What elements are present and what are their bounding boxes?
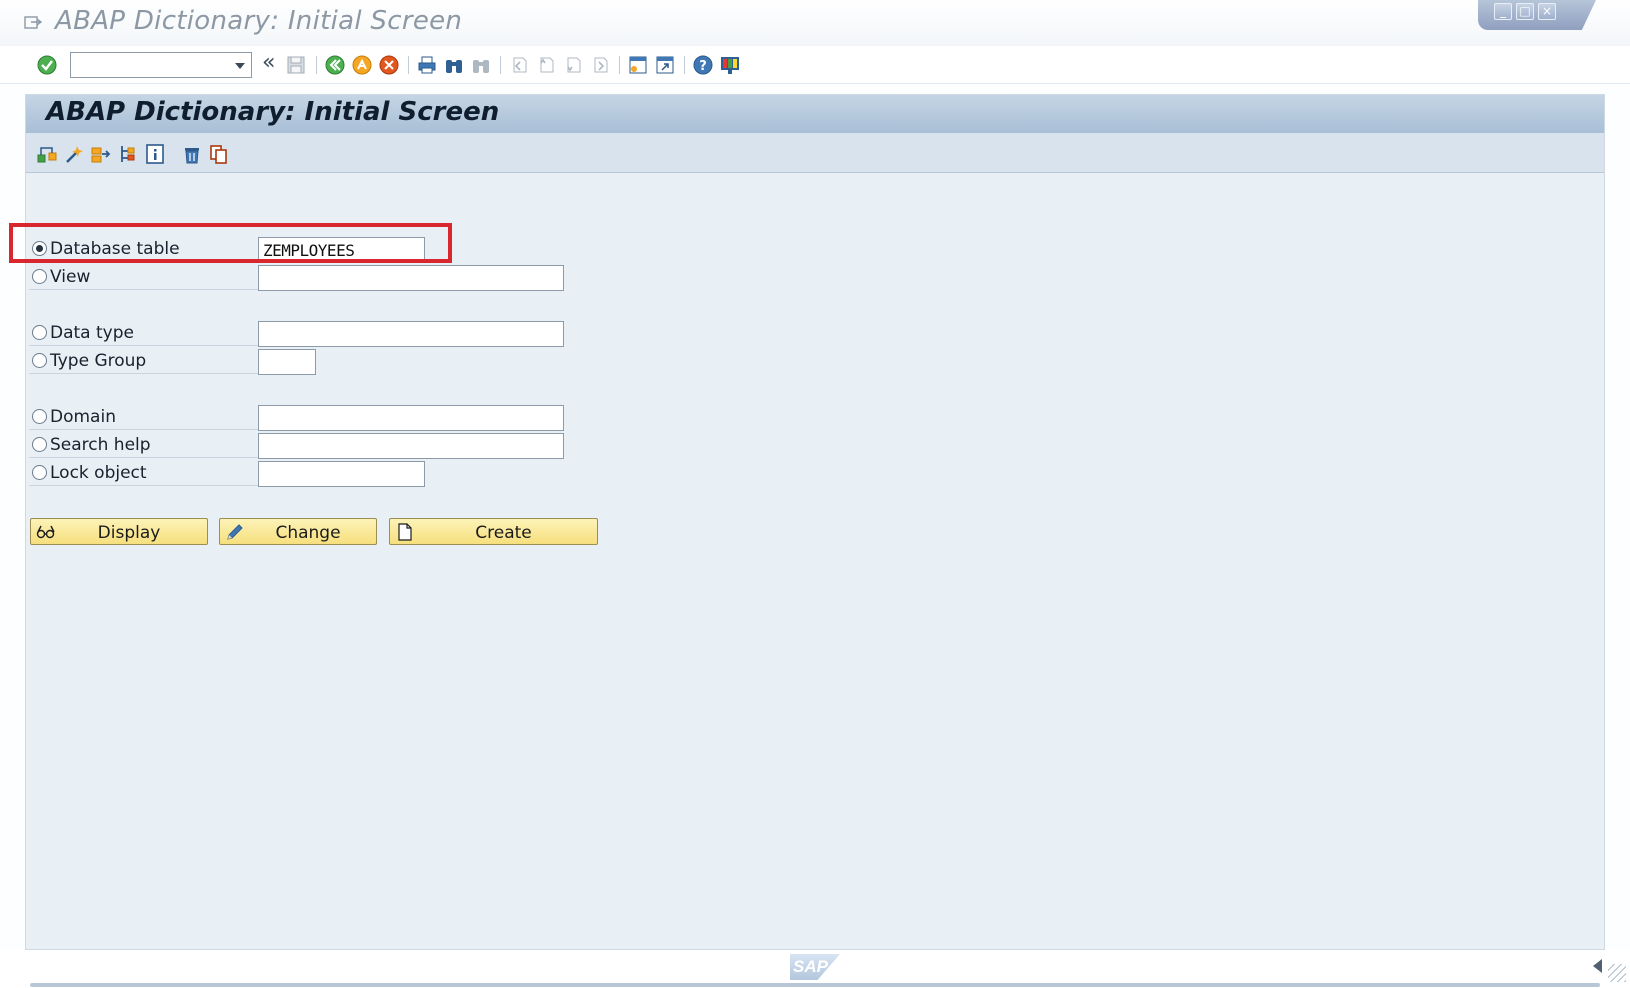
type-group-input[interactable]: [258, 349, 316, 375]
screen-title-bar: ABAP Dictionary: Initial Screen: [26, 95, 1604, 133]
sap-logo: SAP: [790, 954, 840, 980]
lock-object-radio[interactable]: [32, 465, 47, 480]
option-search-help[interactable]: Search help: [29, 432, 261, 458]
status-bar-divider: [30, 983, 1600, 987]
back-icon[interactable]: [324, 54, 346, 76]
check-icon[interactable]: [63, 143, 85, 165]
sap-gui-window: ABAP Dictionary: Initial Screen _ □ × «: [0, 0, 1630, 988]
data-type-input[interactable]: [258, 321, 564, 347]
display-button[interactable]: Display: [30, 518, 208, 545]
previous-page-icon[interactable]: [535, 54, 557, 76]
view-radio[interactable]: [32, 269, 47, 284]
option-type-group[interactable]: Type Group: [29, 348, 261, 374]
collapse-command-field-icon[interactable]: «: [262, 50, 275, 75]
first-page-icon[interactable]: [508, 54, 530, 76]
minimize-icon[interactable]: _: [1494, 3, 1512, 20]
status-bar-toggle-icon[interactable]: [1593, 959, 1602, 973]
domain-input[interactable]: [258, 405, 564, 431]
resize-grip-icon[interactable]: [1608, 964, 1626, 982]
view-label: View: [50, 267, 91, 287]
change-button[interactable]: Change: [219, 518, 377, 545]
search-help-input[interactable]: [258, 433, 564, 459]
status-bar: SAP: [0, 950, 1630, 988]
close-icon[interactable]: ×: [1538, 3, 1556, 20]
svg-text:?: ?: [699, 59, 707, 74]
next-page-icon[interactable]: [562, 54, 584, 76]
option-lock-object[interactable]: Lock object: [29, 460, 261, 486]
print-icon[interactable]: [416, 54, 438, 76]
standard-toolbar: « ?: [0, 46, 1630, 84]
toolbar-separator: [316, 56, 317, 74]
type-group-radio[interactable]: [32, 353, 47, 368]
toolbar-separator: [619, 56, 620, 74]
find-icon[interactable]: [443, 54, 465, 76]
create-button-label: Create: [475, 523, 532, 543]
data-type-radio[interactable]: [32, 325, 47, 340]
lock-object-input[interactable]: [258, 461, 425, 487]
info-icon[interactable]: [144, 143, 166, 165]
where-used-icon[interactable]: [117, 143, 139, 165]
display-button-label: Display: [97, 523, 161, 543]
window-title: ABAP Dictionary: Initial Screen: [55, 6, 463, 36]
window-title-bar: ABAP Dictionary: Initial Screen _ □ ×: [0, 0, 1630, 46]
activate-icon[interactable]: [90, 143, 112, 165]
toolbar-separator: [684, 56, 685, 74]
exit-icon[interactable]: [351, 54, 373, 76]
search-help-radio[interactable]: [32, 437, 47, 452]
find-next-icon[interactable]: [470, 54, 492, 76]
option-domain[interactable]: Domain: [29, 404, 261, 430]
domain-label: Domain: [50, 407, 116, 427]
lock-object-label: Lock object: [50, 463, 147, 483]
data-type-label: Data type: [50, 323, 134, 343]
window-controls: _ □ ×: [1478, 0, 1596, 30]
search-help-label: Search help: [50, 435, 151, 455]
type-group-label: Type Group: [50, 351, 147, 371]
view-input[interactable]: [258, 265, 564, 291]
cancel-icon[interactable]: [378, 54, 400, 76]
delete-icon[interactable]: [181, 143, 203, 165]
shortcut-icon[interactable]: [654, 54, 676, 76]
toolbar-separator: [408, 56, 409, 74]
application-toolbar: [26, 133, 1604, 173]
maximize-icon[interactable]: □: [1516, 3, 1534, 20]
last-page-icon[interactable]: [589, 54, 611, 76]
screen-title: ABAP Dictionary: Initial Screen: [46, 97, 500, 127]
option-data-type[interactable]: Data type: [29, 320, 261, 346]
save-icon[interactable]: [285, 54, 307, 76]
option-view[interactable]: View: [29, 264, 261, 290]
domain-radio[interactable]: [32, 409, 47, 424]
create-button[interactable]: Create: [389, 518, 598, 545]
other-object-icon[interactable]: [36, 143, 58, 165]
enter-icon[interactable]: [36, 54, 58, 76]
copy-icon[interactable]: [208, 143, 230, 165]
help-icon[interactable]: ?: [692, 54, 714, 76]
toolbar-separator: [500, 56, 501, 74]
change-button-label: Change: [275, 523, 341, 543]
new-session-icon[interactable]: [627, 54, 649, 76]
annotation-highlight-box: [9, 223, 452, 263]
customize-layout-icon[interactable]: [719, 54, 741, 76]
command-field[interactable]: [70, 52, 252, 78]
system-menu-icon[interactable]: [24, 16, 42, 30]
chevron-down-icon[interactable]: [235, 63, 245, 69]
